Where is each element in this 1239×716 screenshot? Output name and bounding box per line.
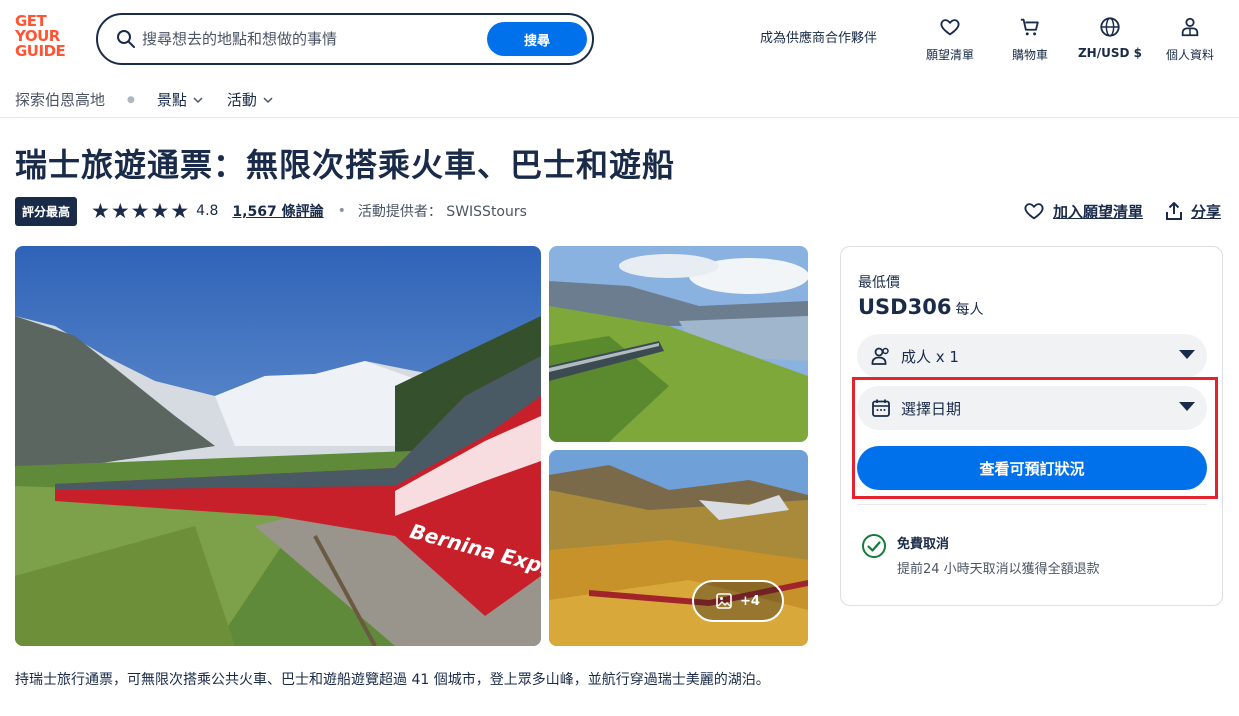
more-photos-button[interactable]: +4 [692, 580, 784, 622]
participants-icon [871, 347, 889, 365]
lake-vineyard-photo[interactable] [549, 246, 808, 442]
chevron-down-icon [193, 96, 203, 103]
search-button[interactable]: 搜尋 [487, 22, 587, 56]
price-unit: 每人 [955, 302, 984, 318]
nav-wishlist[interactable]: 願望清單 [910, 16, 990, 63]
top-rated-badge: 評分最高 [15, 196, 78, 226]
separator-dot: ● [127, 94, 135, 105]
nav-cart[interactable]: 購物車 [990, 16, 1070, 63]
star-rating-icon: ★★★★★ [91, 199, 191, 223]
globe-icon [1100, 17, 1120, 37]
train-photo: Bernina Express [15, 246, 541, 646]
search-input[interactable] [142, 26, 482, 52]
cart-icon [1020, 18, 1039, 36]
free-cancellation: 免費取消 提前24 小時天取消以獲得全額退款 [861, 533, 1100, 577]
search-icon [117, 30, 135, 48]
highlight-box [852, 377, 1218, 499]
caret-down-icon [1179, 350, 1195, 359]
header-divider [0, 117, 1239, 118]
activity-provider: 活動提供者： SWISStours [357, 204, 527, 220]
become-supplier-link[interactable]: 成為供應商合作夥伴 [760, 27, 877, 46]
profile-icon [1181, 17, 1199, 37]
participants-select[interactable]: 成人 x 1 [857, 334, 1207, 378]
rating-value: 4.8 [196, 203, 219, 219]
attractions-dropdown[interactable]: 景點 [157, 89, 203, 110]
activities-dropdown[interactable]: 活動 [227, 89, 273, 110]
activity-description: 持瑞士旅行通票，可無限次搭乘公共火車、巴士和遊船遊覽超過 41 個城市，登上眾多… [15, 672, 770, 688]
page-title: 瑞士旅遊通票：無限次搭乘火車、巴士和遊船 [15, 146, 676, 184]
cancellation-description: 提前24 小時天取消以獲得全額退款 [897, 562, 1100, 577]
nav-language-currency[interactable]: ZH/USD $ [1070, 16, 1150, 60]
nav-profile[interactable]: 個人資料 [1150, 16, 1230, 63]
nav-label: ZH/USD $ [1077, 46, 1142, 60]
chevron-down-icon [263, 96, 273, 103]
share-icon [1165, 202, 1182, 220]
nav-label: 個人資料 [1165, 48, 1214, 62]
check-circle-icon [862, 534, 886, 558]
main-photo[interactable]: Bernina Express [15, 246, 541, 646]
heart-icon [940, 19, 960, 36]
getyourguide-logo[interactable]: GET YOUR GUIDE [15, 14, 73, 59]
add-to-wishlist-button[interactable]: 加入願望清單 [1023, 200, 1143, 222]
share-button[interactable]: 分享 [1165, 201, 1221, 222]
cancellation-title: 免費取消 [897, 537, 950, 552]
activity-meta: 評分最高 ★★★★★ 4.8 1,567 條評論 • 活動提供者： SWISSt… [15, 196, 527, 226]
explore-link[interactable]: 探索伯恩高地 [15, 89, 105, 110]
lake-photo [549, 246, 808, 442]
search-bar: 搜尋 [96, 13, 594, 65]
image-icon [716, 593, 732, 609]
price: USD306 每人 [858, 295, 983, 319]
heart-icon [1024, 203, 1044, 220]
activity-actions: 加入願望清單 分享 [1001, 200, 1221, 222]
nav-label: 購物車 [1011, 48, 1048, 62]
price-from-label: 最低價 [858, 275, 900, 291]
card-divider [857, 504, 1207, 505]
nav-label: 願望清單 [925, 48, 974, 62]
reviews-link[interactable]: 1,567 條評論 [232, 201, 323, 221]
autumn-valley-photo[interactable]: +4 [549, 450, 808, 646]
breadcrumb: 探索伯恩高地 ● 景點 活動 [15, 89, 297, 110]
price-value: USD306 [858, 295, 952, 319]
separator-dot: • [337, 203, 346, 219]
